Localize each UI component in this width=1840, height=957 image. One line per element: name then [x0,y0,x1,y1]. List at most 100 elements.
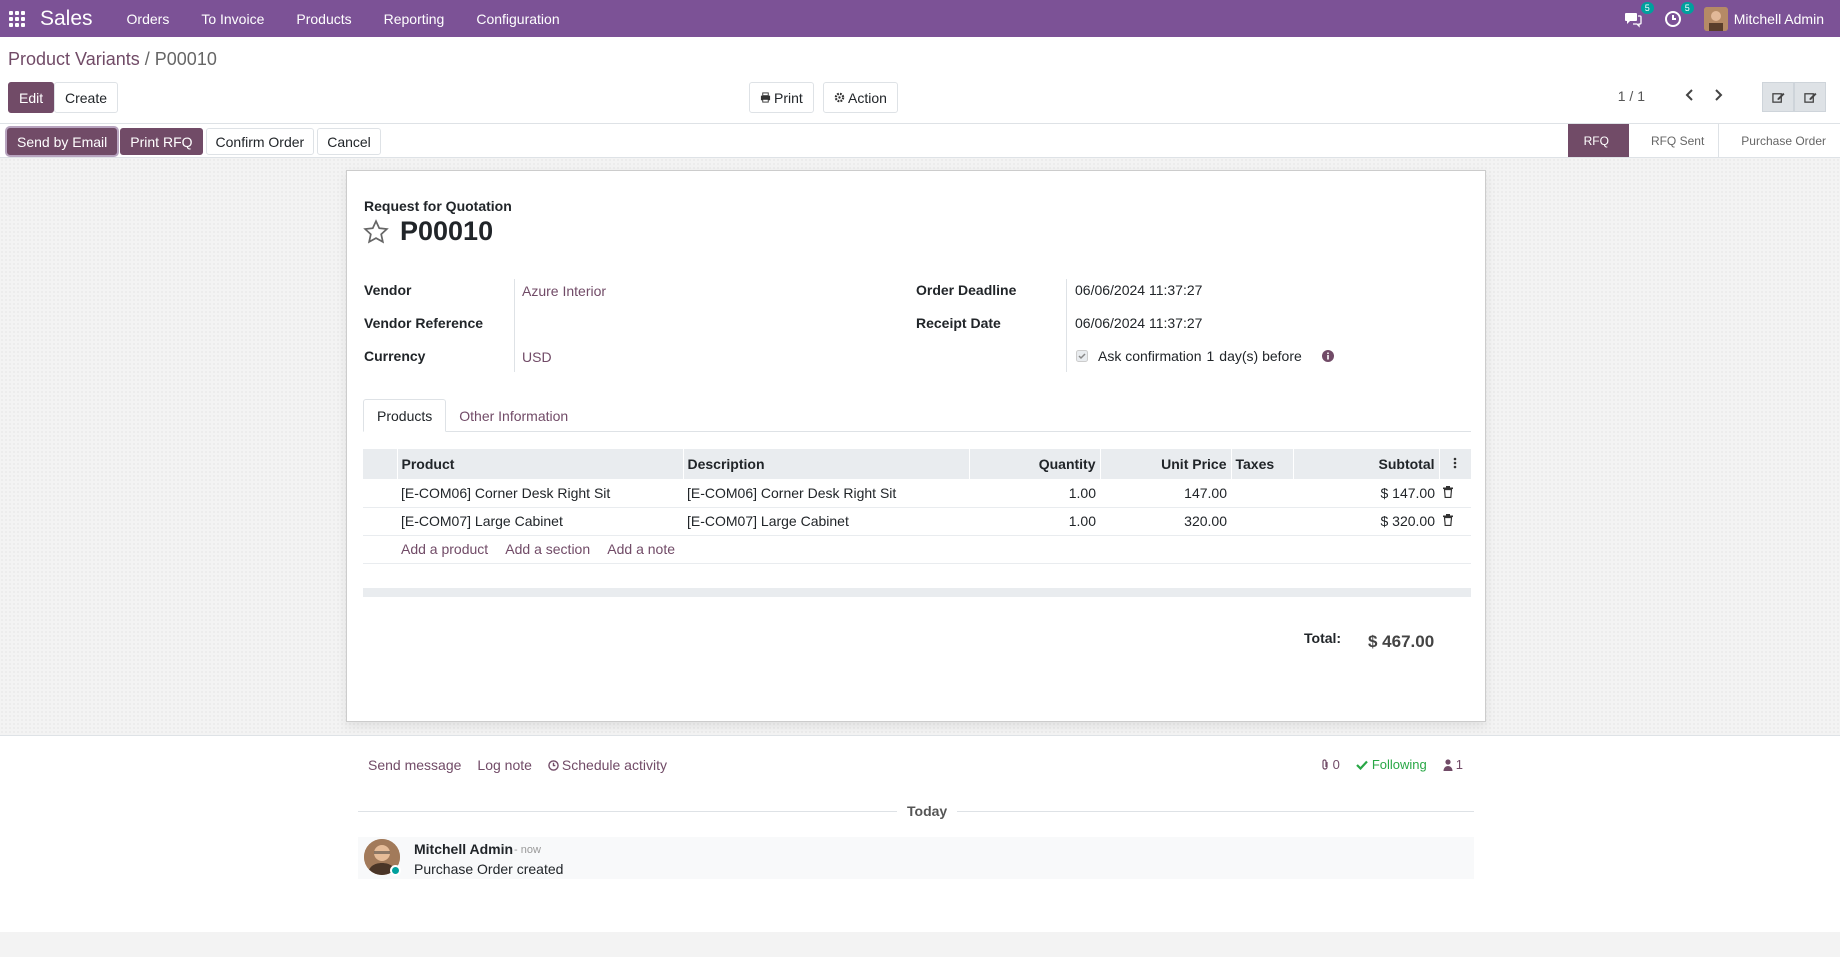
row-description[interactable]: [E-COM07] Large Cabinet [683,507,969,536]
vertical-dots-icon[interactable] [1453,457,1457,469]
apps-menu-icon[interactable] [9,10,25,27]
breadcrumb-separator: / [144,49,150,69]
form-tabs: Products Other Information [363,399,1471,432]
clock-icon [548,759,559,771]
add-note-link[interactable]: Add a note [607,541,675,557]
message-author[interactable]: Mitchell Admin [414,841,513,857]
row-description[interactable]: [E-COM06] Corner Desk Right Sit [683,479,969,508]
menu-reporting[interactable]: Reporting [368,11,461,27]
followers-count: 1 [1455,757,1463,772]
table-row[interactable]: [E-COM07] Large Cabinet [E-COM07] Large … [363,507,1471,536]
message-time: - now [514,844,541,856]
order-deadline-label: Order Deadline [916,282,1017,298]
summary-separator [363,588,1471,597]
send-message-button[interactable]: Send message [368,757,461,773]
schedule-activity-button[interactable]: Schedule activity [548,757,667,773]
row-unit-price[interactable]: 320.00 [1100,507,1231,536]
table-row[interactable]: [E-COM06] Corner Desk Right Sit [E-COM06… [363,479,1471,508]
ask-confirmation-suffix: day(s) before [1219,348,1302,364]
receipt-date-field[interactable]: 06/06/2024 11:37:27 [1075,315,1202,331]
print-button[interactable]: Print [749,82,814,113]
add-line-row: Add a product Add a section Add a note [363,535,1471,564]
menu-to-invoice[interactable]: To Invoice [185,11,280,27]
currency-field[interactable]: USD [522,349,552,365]
handle-column-header [363,449,397,479]
confirm-order-button[interactable]: Confirm Order [205,128,315,155]
edit-mode-icon[interactable] [1794,82,1826,112]
currency-label: Currency [364,348,426,364]
followers-button[interactable]: 1 [1443,757,1463,772]
row-delete[interactable] [1439,507,1471,536]
activities-badge: 5 [1680,1,1694,14]
info-icon[interactable] [1321,350,1334,362]
chevron-left-icon[interactable] [1678,83,1702,107]
row-unit-price[interactable]: 147.00 [1100,479,1231,508]
total-value: $ 467.00 [1368,632,1435,651]
star-icon[interactable] [363,219,389,245]
edit-button[interactable]: Edit [8,82,55,113]
chevron-right-icon[interactable] [1706,83,1730,107]
pager-value[interactable]: 1 / 1 [1618,88,1645,104]
messages-badge: 5 [1640,1,1654,14]
row-taxes[interactable] [1231,507,1293,536]
messages-icon[interactable]: 5 [1624,1,1654,30]
add-section-link[interactable]: Add a section [505,541,590,557]
vendor-reference-field[interactable] [522,315,822,333]
top-navbar: Sales Orders To Invoice Products Reporti… [0,0,1840,37]
column-subtotal[interactable]: Subtotal [1292,449,1439,479]
menu-orders[interactable]: Orders [111,11,186,27]
total-label: Total: [1304,630,1342,646]
edit-view-icon[interactable] [1762,82,1794,112]
action-button[interactable]: Action [823,82,898,113]
column-unit-price[interactable]: Unit Price [1099,449,1231,479]
vendor-reference-label: Vendor Reference [364,315,484,331]
order-deadline-field[interactable]: 06/06/2024 11:37:27 [1075,282,1202,298]
cancel-button[interactable]: Cancel [317,128,381,155]
breadcrumb: Product Variants / P00010 [8,49,217,70]
row-delete[interactable] [1439,479,1471,508]
document-title: P00010 [400,216,494,246]
ask-confirmation-label: Ask confirmation [1098,348,1202,364]
activities-icon[interactable]: 5 [1664,1,1694,30]
column-options[interactable] [1438,449,1471,479]
stage-rfq[interactable]: RFQ [1567,124,1629,157]
user-name[interactable]: Mitchell Admin [1734,11,1824,27]
status-stages: RFQ RFQ Sent Purchase Order [1567,124,1840,157]
menu-products[interactable]: Products [280,11,367,27]
menu-configuration[interactable]: Configuration [460,11,575,27]
row-quantity[interactable]: 1.00 [969,479,1100,508]
trash-icon[interactable] [1443,514,1453,526]
trash-icon[interactable] [1443,485,1453,498]
tab-other-information[interactable]: Other Information [446,399,581,432]
stage-purchase-order[interactable]: Purchase Order [1719,124,1840,157]
add-product-link[interactable]: Add a product [401,541,488,557]
form-sheet: Request for Quotation P00010 Vendor Vend… [346,170,1486,722]
row-product[interactable]: [E-COM06] Corner Desk Right Sit [397,479,683,508]
attachments-count: 0 [1332,757,1340,772]
column-quantity[interactable]: Quantity [968,449,1100,479]
ask-confirmation-checkbox[interactable] [1076,350,1088,362]
column-product[interactable]: Product [396,449,683,479]
log-note-button[interactable]: Log note [477,757,532,773]
stage-rfq-sent[interactable]: RFQ Sent [1629,124,1720,157]
app-name[interactable]: Sales [40,7,93,31]
print-button-label: Print [774,89,803,106]
check-icon [1356,760,1368,770]
breadcrumb-parent[interactable]: Product Variants [8,49,140,69]
column-description[interactable]: Description [682,449,969,479]
row-taxes[interactable] [1231,479,1293,508]
column-taxes[interactable]: Taxes [1230,449,1293,479]
row-quantity[interactable]: 1.00 [969,507,1100,536]
vendor-label: Vendor [364,282,412,298]
user-avatar[interactable] [1703,6,1728,31]
tab-products[interactable]: Products [363,399,447,432]
ask-confirmation-days[interactable]: 1 [1206,348,1214,364]
create-button[interactable]: Create [54,82,119,113]
row-product[interactable]: [E-COM07] Large Cabinet [397,507,683,536]
row-subtotal: $ 147.00 [1293,479,1439,508]
print-rfq-button[interactable]: Print RFQ [120,128,203,155]
vendor-field[interactable]: Azure Interior [522,283,606,299]
following-button[interactable]: Following [1356,757,1427,772]
attachments-button[interactable]: 0 [1320,757,1340,772]
send-by-email-button[interactable]: Send by Email [7,128,118,155]
